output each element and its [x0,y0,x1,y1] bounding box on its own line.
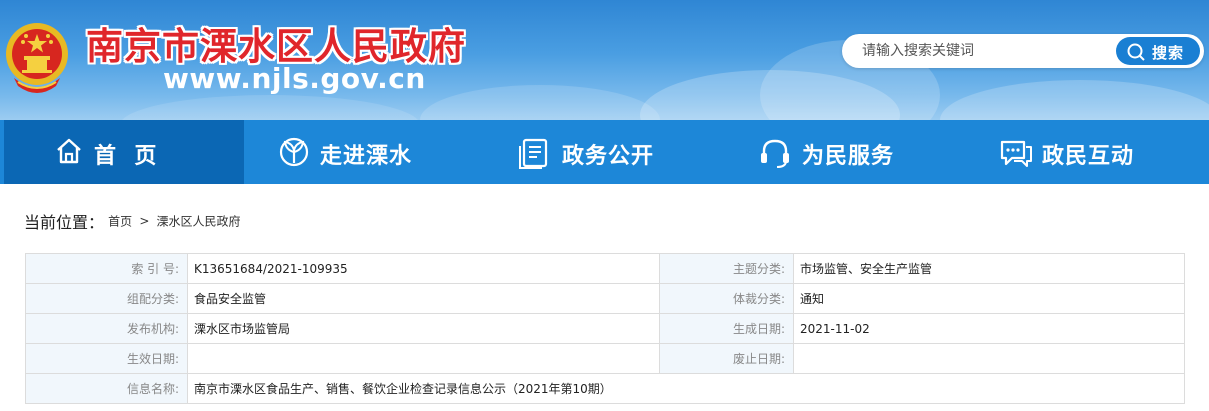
nav-item-services[interactable]: 为民服务 [724,120,964,184]
group-category-label: 组配分类: [25,283,188,314]
group-category-value: 食品安全监管 [187,283,660,314]
breadcrumb-link-government[interactable]: 溧水区人民政府 [157,215,241,229]
site-url: www.njls.gov.cn [163,62,426,95]
nav-item-about[interactable]: 走进溧水 [244,120,484,184]
effective-date-label: 生效日期: [25,343,188,374]
nav-item-home[interactable]: 首 页 [4,120,244,184]
table-row: 生效日期: 废止日期: [25,343,1185,374]
home-icon [57,138,81,164]
breadcrumb-separator: > [139,214,150,228]
breadcrumb-label: 当前位置： [24,213,105,232]
leaf-emblem-icon [279,137,309,167]
info-name-label: 信息名称: [25,373,188,404]
document-icon [519,138,548,169]
breadcrumb: 当前位置： 首页 > 溧水区人民政府 [24,209,241,232]
index-number-value: K13651684/2021-109935 [187,253,660,284]
nav-label: 走进溧水 [320,144,413,169]
table-row: 信息名称: 南京市溧水区食品生产、销售、餐饮企业检查记录信息公示（2021年第1… [25,373,1185,404]
genre-category-label: 体裁分类: [659,283,794,314]
info-table: 索 引 号: K13651684/2021-109935 主题分类: 市场监管、… [25,253,1185,404]
main-nav: 首 页 走进溧水 政务公开 为民服务 政民互动 [0,120,1209,184]
created-date-value: 2021-11-02 [793,313,1185,344]
nav-label: 政民互动 [1042,144,1135,169]
site-header: 南京市溧水区人民政府 www.njls.gov.cn 搜索 [0,0,1209,120]
info-name-value: 南京市溧水区食品生产、销售、餐饮企业检查记录信息公示（2021年第10期） [187,373,1185,404]
headset-icon [761,139,789,168]
search-button[interactable]: 搜索 [1116,37,1200,65]
table-row: 组配分类: 食品安全监管 体裁分类: 通知 [25,283,1185,314]
national-emblem-logo[interactable] [4,20,70,98]
nav-label: 首 页 [94,144,158,169]
expiry-date-value [793,343,1185,374]
index-number-label: 索 引 号: [25,253,188,284]
nav-item-gov-affairs[interactable]: 政务公开 [484,120,724,184]
table-row: 发布机构: 溧水区市场监管局 生成日期: 2021-11-02 [25,313,1185,344]
publisher-value: 溧水区市场监管局 [187,313,660,344]
chat-bubbles-icon [1000,140,1032,167]
topic-category-value: 市场监管、安全生产监管 [793,253,1185,284]
expiry-date-label: 废止日期: [659,343,794,374]
search-box: 搜索 [842,34,1204,68]
publisher-label: 发布机构: [25,313,188,344]
search-input[interactable] [862,40,1102,62]
search-icon [1127,43,1145,61]
table-row: 索 引 号: K13651684/2021-109935 主题分类: 市场监管、… [25,253,1185,284]
search-button-label: 搜索 [1152,44,1185,62]
nav-label: 为民服务 [802,144,895,169]
created-date-label: 生成日期: [659,313,794,344]
breadcrumb-link-home[interactable]: 首页 [108,215,132,229]
genre-category-value: 通知 [793,283,1185,314]
topic-category-label: 主题分类: [659,253,794,284]
effective-date-value [187,343,660,374]
nav-label: 政务公开 [562,144,655,169]
nav-item-interaction[interactable]: 政民互动 [964,120,1209,184]
